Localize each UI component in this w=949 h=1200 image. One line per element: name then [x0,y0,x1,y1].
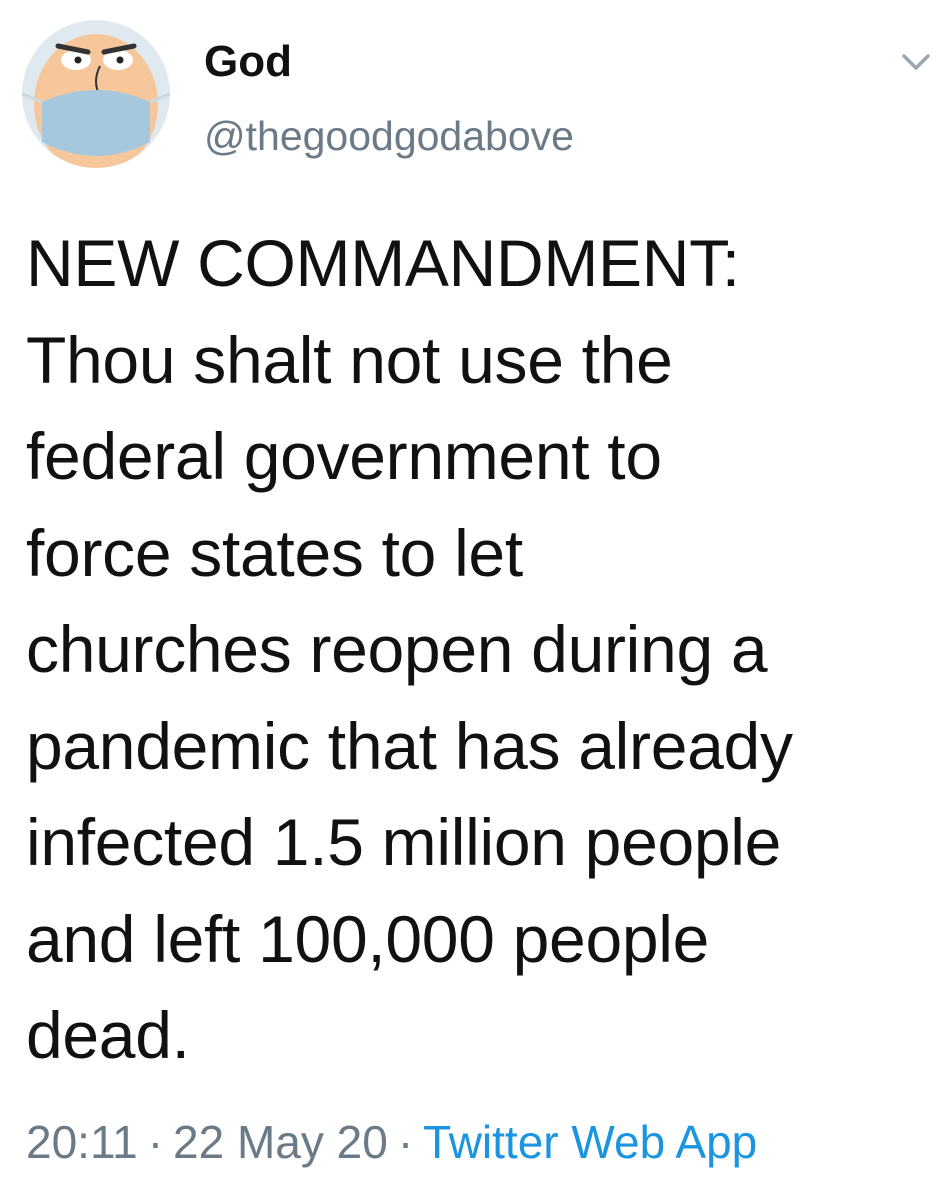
tweet-time[interactable]: 20:11 [26,1116,138,1168]
tweet-metadata: 20:11 · 22 May 20 · Twitter Web App [26,1112,757,1172]
separator-dot: · [397,1116,414,1168]
chevron-down-icon[interactable] [894,46,938,78]
masked-face-avatar-icon[interactable] [22,20,170,168]
tweet-date[interactable]: 22 May 20 [173,1116,388,1168]
tweet-card: God @thegoodgodabove NEW COMMANDMENT: Th… [0,0,949,1200]
separator-dot: · [147,1116,164,1168]
author-handle[interactable]: @thegoodgodabove [204,110,574,162]
author-display-name[interactable]: God [204,34,292,90]
tweet-source-link[interactable]: Twitter Web App [423,1116,757,1168]
tweet-text: NEW COMMANDMENT: Thou shalt not use the … [26,226,793,1072]
